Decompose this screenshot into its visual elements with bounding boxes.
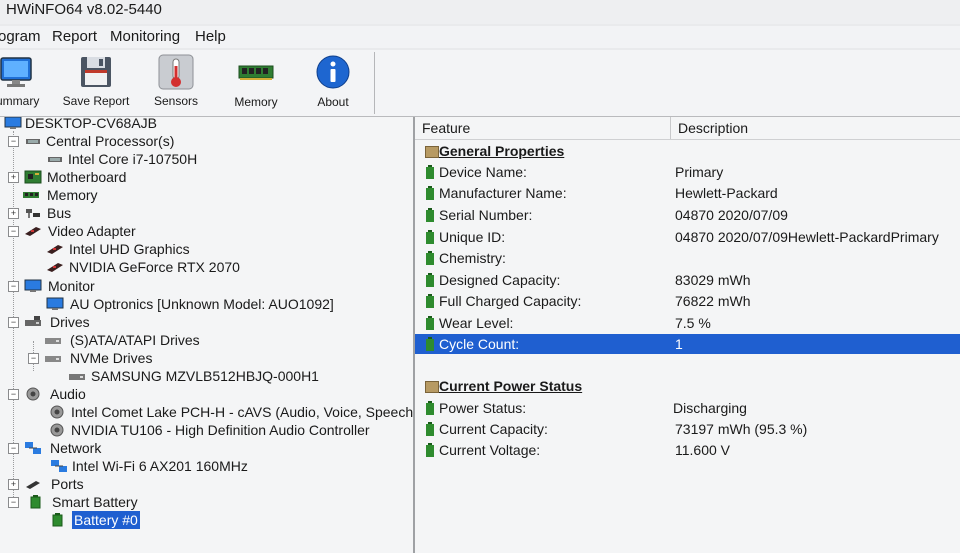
collapse-icon[interactable]: − <box>28 353 39 364</box>
monitor-icon <box>24 279 42 292</box>
bus-icon <box>26 209 40 218</box>
cpu-icon <box>26 139 40 144</box>
memory-module-icon <box>23 192 39 198</box>
video-card-icon <box>25 227 41 236</box>
video-card-icon <box>47 245 63 254</box>
battery-icon <box>426 251 434 265</box>
detail-row-selected[interactable]: Cycle Count: 1 <box>415 334 960 354</box>
detail-row[interactable]: Serial Number: 04870 2020/07/09 <box>415 205 960 225</box>
battery-icon <box>426 294 434 308</box>
computer-icon <box>4 117 22 129</box>
drive-icon <box>69 374 85 380</box>
detail-row[interactable]: Designed Capacity: 83029 mWh <box>415 270 960 290</box>
memory-button[interactable]: Memory <box>228 50 284 114</box>
port-icon <box>26 481 40 489</box>
detail-row[interactable]: Manufacturer Name: Hewlett-Packard <box>415 183 960 203</box>
summary-label: ummary <box>0 94 40 108</box>
column-header-description[interactable]: Description <box>678 120 748 136</box>
sensors-button[interactable]: Sensors <box>150 50 202 114</box>
drive-icon <box>45 356 61 362</box>
detail-row[interactable]: Wear Level: 7.5 % <box>415 313 960 333</box>
battery-icon <box>426 165 434 179</box>
menu-monitoring[interactable]: Monitoring <box>110 28 180 45</box>
monitor-icon <box>0 57 32 87</box>
detail-row[interactable]: Unique ID: 04870 2020/07/09Hewlett-Packa… <box>415 227 960 247</box>
memory-module-icon <box>238 65 274 80</box>
info-icon <box>316 55 350 89</box>
details-header: Feature Description <box>415 117 960 140</box>
detail-row[interactable]: Current Capacity: 73197 mWh (95.3 %) <box>415 419 960 439</box>
battery-icon <box>426 186 434 200</box>
drive-icon <box>25 316 41 326</box>
battery-icon <box>52 513 63 527</box>
battery-icon <box>426 401 434 415</box>
battery-icon <box>426 230 434 244</box>
section-icon <box>425 381 439 393</box>
about-button[interactable]: About <box>308 50 358 114</box>
thermometer-icon <box>158 54 194 90</box>
window-title: HWiNFO64 v8.02-5440 <box>6 1 162 18</box>
collapse-icon[interactable]: − <box>8 136 19 147</box>
expand-icon[interactable]: + <box>8 208 19 219</box>
menu-report[interactable]: Report <box>52 28 97 45</box>
menu-bar: ogram Report Monitoring Help <box>0 26 960 48</box>
detail-row[interactable]: Power Status: Discharging <box>415 398 960 418</box>
speaker-icon <box>26 387 40 401</box>
collapse-icon[interactable]: − <box>8 443 19 454</box>
speaker-icon <box>50 405 64 419</box>
menu-program[interactable]: ogram <box>0 28 41 45</box>
network-icon <box>25 442 41 454</box>
network-icon <box>51 460 67 472</box>
title-bar: HWiNFO64 v8.02-5440 <box>0 0 960 24</box>
detail-row[interactable]: Full Charged Capacity: 76822 mWh <box>415 291 960 311</box>
save-report-label: Save Report <box>62 94 130 108</box>
video-card-icon <box>47 263 63 272</box>
device-tree[interactable]: DESKTOP-CV68AJB − Central Processor(s) I… <box>0 117 415 553</box>
toolbar: ummary Save Report Sensors Memory About <box>0 50 960 117</box>
expand-icon[interactable]: + <box>8 172 19 183</box>
battery-icon <box>426 422 434 436</box>
detail-row[interactable]: Current Voltage: 11.600 V <box>415 440 960 460</box>
save-report-button[interactable]: Save Report <box>62 50 130 114</box>
collapse-icon[interactable]: − <box>8 497 19 508</box>
monitor-icon <box>46 297 64 310</box>
summary-button[interactable]: ummary <box>0 50 46 114</box>
battery-icon <box>426 316 434 330</box>
battery-icon <box>426 337 434 351</box>
details-panel: Feature Description General Properties D… <box>415 117 960 553</box>
speaker-icon <box>50 423 64 437</box>
battery-icon <box>426 443 434 457</box>
collapse-icon[interactable]: − <box>8 317 19 328</box>
floppy-disk-icon <box>81 57 111 87</box>
cpu-icon <box>48 157 62 162</box>
column-header-feature[interactable]: Feature <box>422 120 470 136</box>
column-separator[interactable] <box>670 117 671 139</box>
battery-icon <box>426 208 434 222</box>
section-icon <box>425 146 439 158</box>
detail-row[interactable]: Device Name: Primary <box>415 162 960 182</box>
collapse-icon[interactable]: − <box>8 389 19 400</box>
collapse-icon[interactable]: − <box>8 226 19 237</box>
battery-icon <box>426 273 434 287</box>
menu-help[interactable]: Help <box>195 28 226 45</box>
toolbar-separator <box>374 52 375 114</box>
drive-icon <box>45 338 61 344</box>
motherboard-icon <box>24 170 42 184</box>
sensors-label: Sensors <box>153 94 199 108</box>
expand-icon[interactable]: + <box>8 479 19 490</box>
memory-label: Memory <box>234 95 278 109</box>
collapse-icon[interactable]: − <box>8 281 19 292</box>
detail-row[interactable]: Chemistry: <box>415 248 960 268</box>
about-label: About <box>317 95 349 109</box>
battery-icon <box>30 495 41 509</box>
